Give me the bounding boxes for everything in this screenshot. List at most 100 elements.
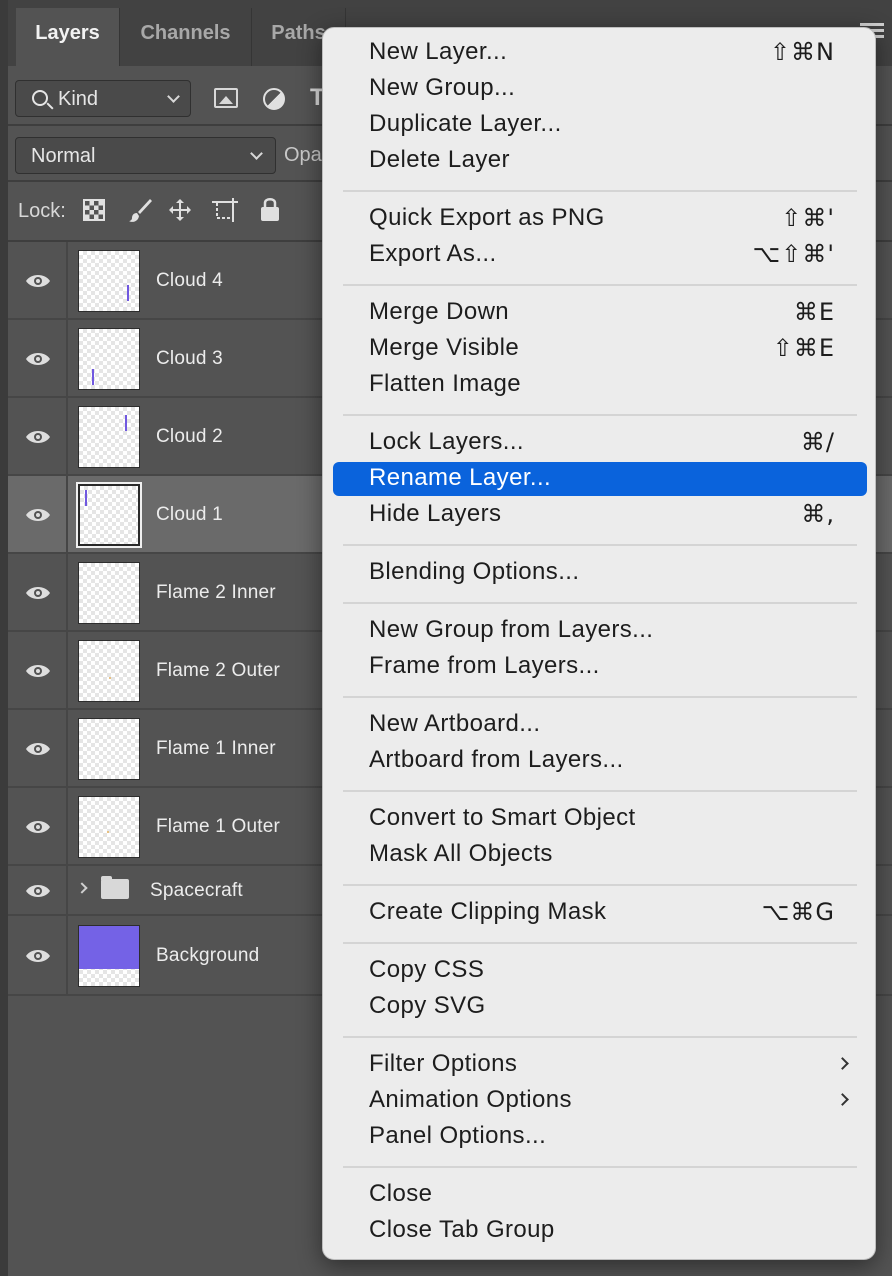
menu-separator [343,544,857,546]
lock-image-pixels-icon[interactable] [127,197,153,223]
filter-kind-select[interactable]: Kind [15,80,191,117]
menu-item-label: Blending Options... [369,558,580,585]
chevron-right-icon[interactable] [76,882,88,894]
menu-item-quick-export-png[interactable]: Quick Export as PNG ⇧⌘' [333,202,867,236]
layer-name: Flame 2 Inner [156,582,276,603]
menu-item-new-layer[interactable]: New Layer... ⇧⌘N [333,36,867,70]
opacity-label: Opa [284,144,322,166]
visibility-toggle[interactable] [8,398,68,474]
menu-separator [343,790,857,792]
menu-item-new-group-from-layers[interactable]: New Group from Layers... [333,614,867,648]
menu-separator [343,414,857,416]
layer-name: Flame 1 Inner [156,738,276,759]
menu-item-label: Merge Down [369,298,510,325]
layer-thumbnail [78,640,140,702]
menu-item-copy-svg[interactable]: Copy SVG [333,990,867,1024]
menu-item-label: Copy SVG [369,992,486,1019]
menu-item-close-tab-group[interactable]: Close Tab Group [333,1214,867,1248]
eye-icon [26,665,50,677]
adjustment-filter-icon[interactable] [263,88,285,110]
lock-transparent-pixels-icon[interactable] [83,199,105,221]
menu-item-hide-layers[interactable]: Hide Layers ⌘, [333,498,867,532]
eye-icon [26,885,50,897]
menu-item-mask-all-objects[interactable]: Mask All Objects [333,838,867,872]
lock-all-icon[interactable] [260,196,280,222]
menu-shortcut: ⌘/ [800,428,835,456]
menu-item-label: Convert to Smart Object [369,804,636,831]
lock-artboard-icon[interactable] [212,198,238,222]
menu-item-new-artboard[interactable]: New Artboard... [333,708,867,742]
menu-item-blending-options[interactable]: Blending Options... [333,556,867,590]
eye-icon [26,275,50,287]
menu-item-label: Export As... [369,240,497,267]
image-filter-icon[interactable] [214,88,238,108]
menu-item-create-clipping-mask[interactable]: Create Clipping Mask ⌥⌘G [333,896,867,930]
menu-item-label: Duplicate Layer... [369,110,562,137]
menu-item-filter-options[interactable]: Filter Options [333,1048,867,1082]
tab-channels[interactable]: Channels [120,8,252,66]
lock-position-icon[interactable] [168,198,192,222]
menu-shortcut: ⇧⌘' [781,204,835,232]
menu-separator [343,190,857,192]
menu-item-label: Panel Options... [369,1122,547,1149]
visibility-toggle[interactable] [8,476,68,552]
visibility-toggle[interactable] [8,788,68,864]
menu-shortcut: ⌥⌘G [761,898,835,926]
visibility-toggle[interactable] [8,554,68,630]
layer-thumbnail [78,796,140,858]
menu-item-convert-smart-object[interactable]: Convert to Smart Object [333,802,867,836]
blend-mode-select[interactable]: Normal [15,137,276,174]
layer-name: Cloud 4 [156,270,223,291]
eye-icon [26,821,50,833]
layer-name: Background [156,945,260,966]
menu-item-label: New Group from Layers... [369,616,654,643]
menu-item-flatten-image[interactable]: Flatten Image [333,368,867,402]
menu-item-label: New Artboard... [369,710,541,737]
menu-item-delete-layer[interactable]: Delete Layer [333,144,867,178]
menu-item-copy-css[interactable]: Copy CSS [333,954,867,988]
menu-item-merge-down[interactable]: Merge Down ⌘E [333,296,867,330]
menu-item-label: Close Tab Group [369,1216,555,1243]
visibility-toggle[interactable] [8,242,68,318]
menu-item-artboard-from-layers[interactable]: Artboard from Layers... [333,744,867,778]
visibility-toggle[interactable] [8,632,68,708]
menu-separator [343,284,857,286]
menu-item-label: Quick Export as PNG [369,204,605,231]
menu-item-label: Filter Options [369,1050,518,1077]
layer-thumbnail [78,328,140,390]
menu-item-close[interactable]: Close [333,1178,867,1212]
menu-item-label: Delete Layer [369,146,510,173]
menu-item-label: Lock Layers... [369,428,525,455]
menu-item-merge-visible[interactable]: Merge Visible ⇧⌘E [333,332,867,366]
menu-item-rename-layer[interactable]: Rename Layer... [333,462,867,496]
layer-name: Cloud 2 [156,426,223,447]
search-icon [32,90,48,106]
layers-context-menu: New Layer... ⇧⌘N New Group... Duplicate … [322,27,876,1260]
menu-item-label: Rename Layer... [369,464,552,491]
menu-shortcut: ⇧⌘N [769,38,835,66]
visibility-toggle[interactable] [8,320,68,396]
eye-icon [26,353,50,365]
menu-separator [343,696,857,698]
layer-name: Flame 1 Outer [156,816,281,837]
layer-name: Cloud 1 [156,504,223,525]
menu-separator [343,942,857,944]
visibility-toggle[interactable] [8,866,68,914]
blend-mode-label: Normal [31,145,96,167]
visibility-toggle[interactable] [8,710,68,786]
menu-item-panel-options[interactable]: Panel Options... [333,1120,867,1154]
menu-item-animation-options[interactable]: Animation Options [333,1084,867,1118]
layer-thumbnail [78,250,140,312]
layer-thumbnail [78,718,140,780]
eye-icon [26,587,50,599]
visibility-toggle[interactable] [8,916,68,994]
menu-item-lock-layers[interactable]: Lock Layers... ⌘/ [333,426,867,460]
menu-item-new-group[interactable]: New Group... [333,72,867,106]
menu-item-export-as[interactable]: Export As... ⌥⇧⌘' [333,238,867,272]
menu-item-label: Animation Options [369,1086,572,1113]
tab-layers[interactable]: Layers [16,8,120,66]
menu-shortcut: ⌘E [793,298,835,326]
menu-item-frame-from-layers[interactable]: Frame from Layers... [333,650,867,684]
filter-kind-label: Kind [58,88,99,110]
menu-item-duplicate-layer[interactable]: Duplicate Layer... [333,108,867,142]
